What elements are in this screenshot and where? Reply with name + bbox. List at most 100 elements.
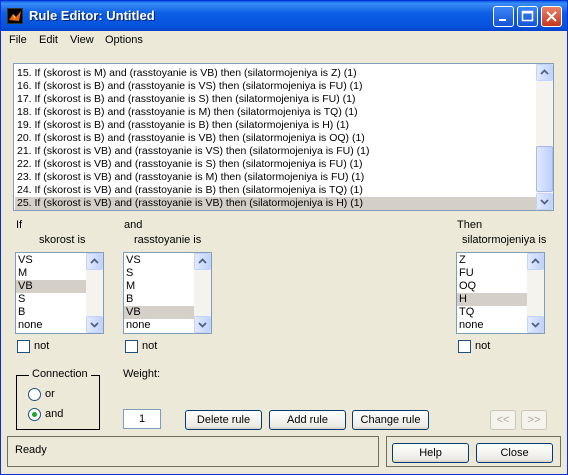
close-window-button[interactable] <box>541 6 562 27</box>
status-bar <box>7 436 379 467</box>
menu-options[interactable]: Options <box>105 34 143 46</box>
silatormojeniya-listbox[interactable]: Z FU OQ H TQ none <box>456 252 545 334</box>
scroll-up-button[interactable] <box>536 64 553 81</box>
close-button[interactable]: Close <box>476 443 553 463</box>
menu-file[interactable]: File <box>9 34 27 46</box>
rule-item[interactable]: 15. If (skorost is M) and (rasstoyanie i… <box>17 67 357 80</box>
menu-edit[interactable]: Edit <box>39 34 58 46</box>
chevron-down-icon <box>198 322 207 328</box>
or-radio[interactable] <box>28 388 41 401</box>
rasstoyanie-listbox[interactable]: VS S M B VB none <box>123 252 212 334</box>
list-item[interactable]: TQ <box>457 306 528 319</box>
menu-view[interactable]: View <box>70 34 94 46</box>
list-item[interactable]: S <box>16 293 87 306</box>
list-item[interactable]: FU <box>457 267 528 280</box>
chevron-down-icon <box>531 322 540 328</box>
rules-scrollbar[interactable] <box>536 64 553 210</box>
scroll-down-button[interactable] <box>536 193 553 210</box>
chevron-down-icon <box>540 199 549 205</box>
if-not-checkbox[interactable] <box>17 340 30 353</box>
and-header: and <box>124 219 143 231</box>
scroll-down-button[interactable] <box>194 316 211 333</box>
matlab-logo-icon <box>7 8 23 24</box>
weight-label: Weight: <box>123 368 161 380</box>
list-item[interactable]: VS <box>16 254 87 267</box>
rules-list[interactable]: 15. If (skorost is M) and (rasstoyanie i… <box>14 64 537 210</box>
chevron-up-icon <box>531 258 540 264</box>
silatormojeniya-scrollbar[interactable] <box>527 253 544 333</box>
then-variable-label: silatormojeniya is <box>462 234 547 246</box>
add-rule-button[interactable]: Add rule <box>269 410 346 430</box>
list-item[interactable]: M <box>16 267 87 280</box>
rule-editor-window: Rule Editor: Untitled File Edit View Opt… <box>0 0 568 475</box>
and-radio[interactable] <box>28 408 41 421</box>
change-rule-button[interactable]: Change rule <box>352 410 429 430</box>
chevron-down-icon <box>90 322 99 328</box>
list-item[interactable]: none <box>124 319 195 332</box>
prev-rule-button[interactable]: << <box>490 410 516 430</box>
minimize-button[interactable] <box>493 6 514 27</box>
list-item[interactable]: VS <box>124 254 195 267</box>
scroll-thumb[interactable] <box>536 146 553 192</box>
minimize-icon <box>499 19 506 21</box>
chevron-up-icon <box>198 258 207 264</box>
and-not-label: not <box>142 340 158 352</box>
rule-item[interactable]: 16. If (skorost is B) and (rasstoyanie i… <box>17 80 362 93</box>
list-item-selected[interactable]: VB <box>124 306 195 319</box>
chevron-up-icon <box>540 69 549 75</box>
rule-item[interactable]: 23. If (skorost is VB) and (rasstoyanie … <box>17 171 364 184</box>
rule-item[interactable]: 22. If (skorost is VB) and (rasstoyanie … <box>17 158 362 171</box>
scroll-down-button[interactable] <box>86 316 103 333</box>
list-item[interactable]: none <box>457 319 528 332</box>
list-item[interactable]: B <box>16 306 87 319</box>
rule-item[interactable]: 20. If (skorost is B) and (rasstoyanie i… <box>17 132 365 145</box>
connection-group: Connection or and <box>16 368 100 430</box>
list-item[interactable]: OQ <box>457 280 528 293</box>
maximize-icon <box>521 10 534 22</box>
connection-legend: Connection <box>29 368 91 380</box>
title-bar[interactable]: Rule Editor: Untitled <box>1 1 567 31</box>
rule-item[interactable]: 21. If (skorost is VB) and (rasstoyanie … <box>17 145 369 158</box>
rules-listbox[interactable]: 15. If (skorost is M) and (rasstoyanie i… <box>13 63 554 211</box>
then-not-checkbox[interactable] <box>458 340 471 353</box>
list-item[interactable]: none <box>16 319 87 332</box>
rule-item[interactable]: 19. If (skorost is B) and (rasstoyanie i… <box>17 119 349 132</box>
scroll-up-button[interactable] <box>194 253 211 270</box>
help-button[interactable]: Help <box>392 443 469 463</box>
and-label: and <box>45 408 64 420</box>
list-item[interactable]: S <box>124 267 195 280</box>
close-icon <box>546 11 557 22</box>
and-variable-label: rasstoyanie is <box>134 234 202 246</box>
skorost-scrollbar[interactable] <box>86 253 103 333</box>
rule-item[interactable]: 24. If (skorost is VB) and (rasstoyanie … <box>17 184 363 197</box>
rule-item[interactable]: 17. If (skorost is B) and (rasstoyanie i… <box>17 93 355 106</box>
rule-item[interactable]: 18. If (skorost is B) and (rasstoyanie i… <box>17 106 358 119</box>
scroll-down-button[interactable] <box>527 316 544 333</box>
list-item-selected[interactable]: H <box>457 293 528 306</box>
window-title: Rule Editor: Untitled <box>29 8 155 23</box>
and-not-checkbox[interactable] <box>125 340 138 353</box>
then-not-label: not <box>475 340 491 352</box>
menu-bar: File Edit View Options <box>1 31 567 51</box>
rasstoyanie-scrollbar[interactable] <box>194 253 211 333</box>
weight-input[interactable]: 1 <box>123 409 161 429</box>
delete-rule-button[interactable]: Delete rule <box>185 410 262 430</box>
then-header: Then <box>457 219 483 231</box>
or-label: or <box>45 388 55 400</box>
rule-item-selected[interactable]: 25. If (skorost is VB) and (rasstoyanie … <box>15 197 536 210</box>
radio-selected-dot <box>32 412 37 417</box>
if-header: If <box>16 219 23 231</box>
chevron-up-icon <box>90 258 99 264</box>
maximize-button[interactable] <box>517 6 538 27</box>
if-variable-label: skorost is <box>39 234 86 246</box>
scroll-up-button[interactable] <box>527 253 544 270</box>
if-not-label: not <box>34 340 50 352</box>
skorost-listbox[interactable]: VS M VB S B none <box>15 252 104 334</box>
list-item-selected[interactable]: VB <box>16 280 87 293</box>
next-rule-button[interactable]: >> <box>521 410 547 430</box>
list-item[interactable]: Z <box>457 254 528 267</box>
list-item[interactable]: M <box>124 280 195 293</box>
list-item[interactable]: B <box>124 293 195 306</box>
status-text: Ready <box>15 444 47 456</box>
scroll-up-button[interactable] <box>86 253 103 270</box>
